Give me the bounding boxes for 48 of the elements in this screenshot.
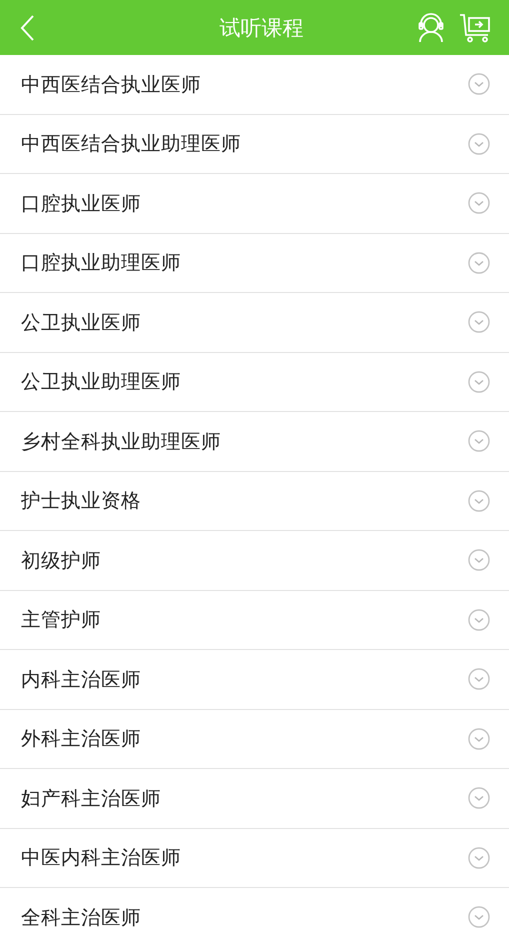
course-item[interactable]: 公卫执业医师 <box>0 293 509 352</box>
course-name: 护士执业资格 <box>21 488 142 514</box>
chevron-icon[interactable] <box>468 192 490 214</box>
chevron-icon[interactable] <box>468 787 490 810</box>
course-name: 中西医结合执业助理医师 <box>21 131 242 158</box>
course-item[interactable]: 中西医结合执业医师 <box>0 55 509 114</box>
course-item[interactable]: 主管护师 <box>0 590 509 650</box>
course-item[interactable]: 护士执业资格 <box>0 472 509 531</box>
course-name: 外科主治医师 <box>21 726 142 752</box>
course-item[interactable]: 中西医结合执业助理医师 <box>0 114 509 174</box>
page-title: 试听课程 <box>218 14 304 42</box>
chevron-icon[interactable] <box>468 490 490 512</box>
course-name: 妇产科主治医师 <box>21 786 162 812</box>
course-name: 初级护师 <box>21 548 102 574</box>
customer-service-icon[interactable] <box>417 12 445 42</box>
chevron-icon[interactable] <box>468 549 490 572</box>
course-name: 乡村全科执业助理医师 <box>21 428 222 455</box>
course-name: 全科主治医师 <box>21 904 142 931</box>
course-name: 口腔执业助理医师 <box>21 250 182 276</box>
chevron-icon[interactable] <box>468 906 490 928</box>
course-item[interactable]: 初级护师 <box>0 531 509 590</box>
course-item[interactable]: 口腔执业助理医师 <box>0 234 509 293</box>
course-item[interactable]: 公卫执业助理医师 <box>0 352 509 412</box>
course-name: 中西医结合执业医师 <box>21 72 202 98</box>
course-name: 公卫执业助理医师 <box>21 369 182 396</box>
chevron-icon[interactable] <box>468 370 490 393</box>
chevron-icon[interactable] <box>468 430 490 452</box>
course-item[interactable]: 乡村全科执业助理医师 <box>0 412 509 472</box>
course-name: 中医内科主治医师 <box>21 845 182 872</box>
chevron-icon[interactable] <box>468 132 490 155</box>
course-item[interactable]: 妇产科主治医师 <box>0 769 509 828</box>
cart-icon[interactable] <box>459 12 491 42</box>
chevron-icon[interactable] <box>468 73 490 96</box>
chevron-icon[interactable] <box>468 846 490 869</box>
course-item[interactable]: 中医内科主治医师 <box>0 828 509 888</box>
course-name: 口腔执业医师 <box>21 190 142 217</box>
chevron-icon[interactable] <box>468 668 490 690</box>
course-item[interactable]: 外科主治医师 <box>0 710 509 769</box>
chevron-icon[interactable] <box>468 728 490 750</box>
course-name: 公卫执业医师 <box>21 310 142 336</box>
course-name: 内科主治医师 <box>21 666 142 693</box>
course-item[interactable]: 内科主治医师 <box>0 650 509 710</box>
chevron-icon[interactable] <box>468 608 490 631</box>
course-item[interactable]: 口腔执业医师 <box>0 174 509 234</box>
chevron-icon[interactable] <box>468 252 490 274</box>
course-name: 主管护师 <box>21 607 102 634</box>
course-item[interactable]: 全科主治医师 <box>0 888 509 945</box>
chevron-icon[interactable] <box>468 311 490 334</box>
